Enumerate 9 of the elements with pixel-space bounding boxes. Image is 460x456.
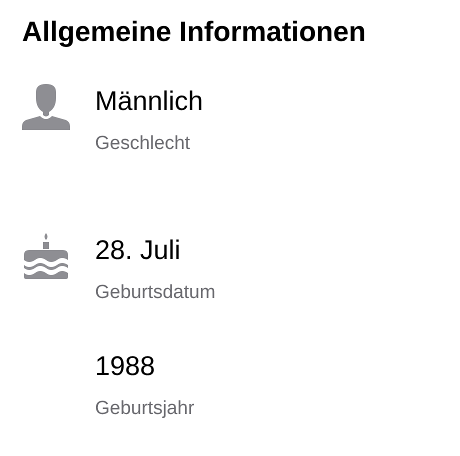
field-value: Männlich (95, 85, 204, 118)
field-value: 28. Juli (95, 234, 182, 267)
person-icon (22, 84, 70, 130)
field-value: 1988 (95, 350, 156, 383)
field-label: Geschlecht (95, 132, 192, 156)
field-label: Geburtsjahr (95, 397, 196, 421)
section-title: Allgemeine Informationen (22, 15, 367, 49)
field-label: Geburtsdatum (95, 281, 216, 305)
cake-icon (22, 233, 70, 279)
